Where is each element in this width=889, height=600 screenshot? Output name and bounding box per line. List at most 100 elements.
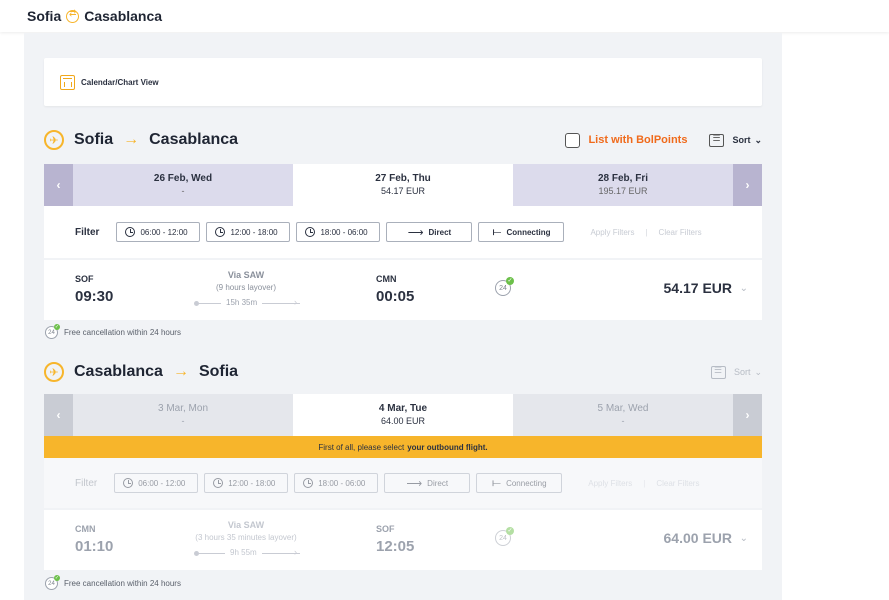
- bolpoints-checkbox[interactable]: [565, 132, 581, 148]
- outbound-plane-icon: ✈: [44, 130, 64, 150]
- clock-icon: [123, 478, 134, 488]
- notice-text: First of all, please select: [318, 442, 405, 452]
- return-filter-bar: Filter 06:00 - 12:00 12:00 - 18:00 18:00…: [44, 458, 762, 508]
- filter-label: Filter: [75, 226, 100, 238]
- notice-emphasis: your outbound flight.: [407, 442, 488, 452]
- header-origin: Sofia: [27, 8, 62, 24]
- free-cancellation-text: Free cancellation within 24 hours: [64, 328, 181, 337]
- direct-arrow-icon: ⟶: [406, 477, 423, 490]
- top-bar: Sofia Casablanca: [0, 0, 889, 32]
- calendar-chart-view-label: Calendar/Chart View: [81, 77, 159, 87]
- flight-price: 54.17 EUR: [663, 280, 732, 296]
- flight-duration: 15h 35m: [221, 298, 263, 307]
- date-label: 26 Feb, Wed: [153, 173, 213, 184]
- filter-label: Filter: [75, 477, 98, 489]
- filter-connecting-label: Connecting: [506, 227, 551, 237]
- clock-icon: [305, 227, 316, 237]
- departure-time: 09:30: [75, 288, 114, 305]
- date-label: 27 Feb, Thu: [375, 173, 431, 184]
- filter-time-afternoon[interactable]: 12:00 - 18:00: [204, 473, 289, 493]
- free-cancellation-note: 24 Free cancellation within 24 hours: [45, 324, 181, 339]
- return-header: ✈ Casablanca → Sofia Sort ⌄: [44, 358, 762, 386]
- outbound-header: ✈ Sofia → Casablanca List with BolPoints…: [44, 126, 762, 154]
- filter-time-afternoon[interactable]: 12:00 - 18:00: [206, 222, 291, 242]
- sort-icon[interactable]: [710, 365, 726, 379]
- filter-time-label: 12:00 - 18:00: [228, 478, 276, 488]
- date-option[interactable]: 26 Feb, Wed -: [73, 164, 293, 206]
- filter-time-label: 18:00 - 06:00: [320, 227, 368, 237]
- return-from: Casablanca: [74, 363, 163, 380]
- outbound-flight-card[interactable]: SOF 09:30 Via SAW (9 hours layover) 15h …: [44, 260, 762, 320]
- prev-date-button[interactable]: ‹: [44, 164, 73, 206]
- sort-icon[interactable]: [709, 133, 725, 147]
- filter-time-night[interactable]: 18:00 - 06:00: [294, 473, 379, 493]
- date-option-selected[interactable]: 4 Mar, Tue 64.00 EUR: [293, 394, 513, 436]
- apply-filters-link[interactable]: Apply Filters: [590, 228, 634, 237]
- results-panel: Calendar/Chart View ✈ Sofia → Casablanca…: [24, 33, 782, 600]
- outbound-filter-bar: Filter 06:00 - 12:00 12:00 - 18:00 18:00…: [44, 206, 762, 258]
- flight-duration: 9h 55m: [225, 548, 262, 557]
- clock-icon: [303, 478, 314, 488]
- arrow-right-icon: →: [123, 131, 140, 148]
- flight-price: 64.00 EUR: [663, 530, 732, 546]
- departure-code: SOF: [75, 274, 94, 284]
- sort-button[interactable]: Sort: [734, 367, 751, 377]
- connecting-icon: ⟝: [491, 476, 502, 489]
- date-label: 5 Mar, Wed: [597, 403, 649, 414]
- arrival-time: 00:05: [376, 288, 415, 305]
- date-option[interactable]: 5 Mar, Wed -: [513, 394, 733, 436]
- chevron-down-icon[interactable]: ⌄: [754, 367, 762, 378]
- date-price: 195.17 EUR: [598, 186, 648, 196]
- date-option[interactable]: 3 Mar, Mon -: [73, 394, 293, 436]
- chevron-down-icon[interactable]: ⌄: [740, 283, 748, 294]
- route-arrow-icon: ›: [294, 547, 297, 557]
- date-label: 3 Mar, Mon: [157, 403, 209, 414]
- filter-separator: |: [645, 227, 648, 237]
- filter-direct-button[interactable]: ⟶ Direct: [384, 473, 471, 493]
- date-price: -: [621, 416, 625, 426]
- chevron-down-icon[interactable]: ⌄: [754, 135, 762, 146]
- filter-direct-label: Direct: [427, 478, 449, 488]
- filter-time-morning[interactable]: 06:00 - 12:00: [116, 222, 201, 242]
- date-option[interactable]: 28 Feb, Fri 195.17 EUR: [513, 164, 733, 206]
- filter-time-label: 06:00 - 12:00: [138, 478, 186, 488]
- layover-info: (9 hours layover): [215, 283, 277, 292]
- date-option-selected[interactable]: 27 Feb, Thu 54.17 EUR: [293, 164, 513, 206]
- date-price: 64.00 EUR: [380, 416, 426, 426]
- free-cancel-24h-icon: 24: [495, 277, 514, 296]
- next-date-button[interactable]: ›: [733, 164, 762, 206]
- chevron-down-icon[interactable]: ⌄: [740, 533, 748, 544]
- filter-time-label: 18:00 - 06:00: [318, 478, 366, 488]
- select-outbound-notice: First of all, please select your outboun…: [44, 436, 762, 458]
- arrow-right-icon: →: [172, 363, 189, 380]
- next-date-button[interactable]: ›: [733, 394, 762, 436]
- filter-direct-button[interactable]: ⟶ Direct: [386, 222, 473, 242]
- departure-code: CMN: [75, 524, 96, 534]
- filter-time-label: 06:00 - 12:00: [140, 227, 188, 237]
- clock-icon: [215, 227, 226, 237]
- filter-connecting-button[interactable]: ⟝ Connecting: [478, 222, 565, 242]
- calendar-chart-view-button[interactable]: Calendar/Chart View: [44, 58, 762, 106]
- clear-filters-link[interactable]: Clear Filters: [656, 479, 699, 488]
- return-flight-card[interactable]: CMN 01:10 Via SAW (3 hours 35 minutes la…: [44, 510, 762, 570]
- direct-arrow-icon: ⟶: [407, 226, 424, 239]
- filter-direct-label: Direct: [428, 227, 452, 237]
- date-label: 4 Mar, Tue: [378, 403, 428, 414]
- free-cancel-24h-icon: 24: [45, 575, 60, 590]
- via-airport: Via SAW: [227, 270, 265, 280]
- sort-button[interactable]: Sort: [732, 135, 750, 145]
- filter-time-night[interactable]: 18:00 - 06:00: [296, 222, 381, 242]
- route-title: Sofia Casablanca: [27, 8, 162, 25]
- date-label: 28 Feb, Fri: [597, 173, 648, 184]
- apply-filters-link[interactable]: Apply Filters: [588, 479, 632, 488]
- departure-time: 01:10: [75, 538, 114, 555]
- route-arrow-icon: ›: [294, 297, 297, 307]
- filter-connecting-button[interactable]: ⟝ Connecting: [476, 473, 563, 493]
- swap-icon[interactable]: [66, 8, 80, 23]
- filter-time-morning[interactable]: 06:00 - 12:00: [114, 473, 199, 493]
- clear-filters-link[interactable]: Clear Filters: [659, 228, 702, 237]
- free-cancel-24h-icon: 24: [495, 527, 514, 546]
- prev-date-button[interactable]: ‹: [44, 394, 73, 436]
- bolpoints-label[interactable]: List with BolPoints: [588, 134, 687, 146]
- filter-connecting-label: Connecting: [506, 478, 547, 488]
